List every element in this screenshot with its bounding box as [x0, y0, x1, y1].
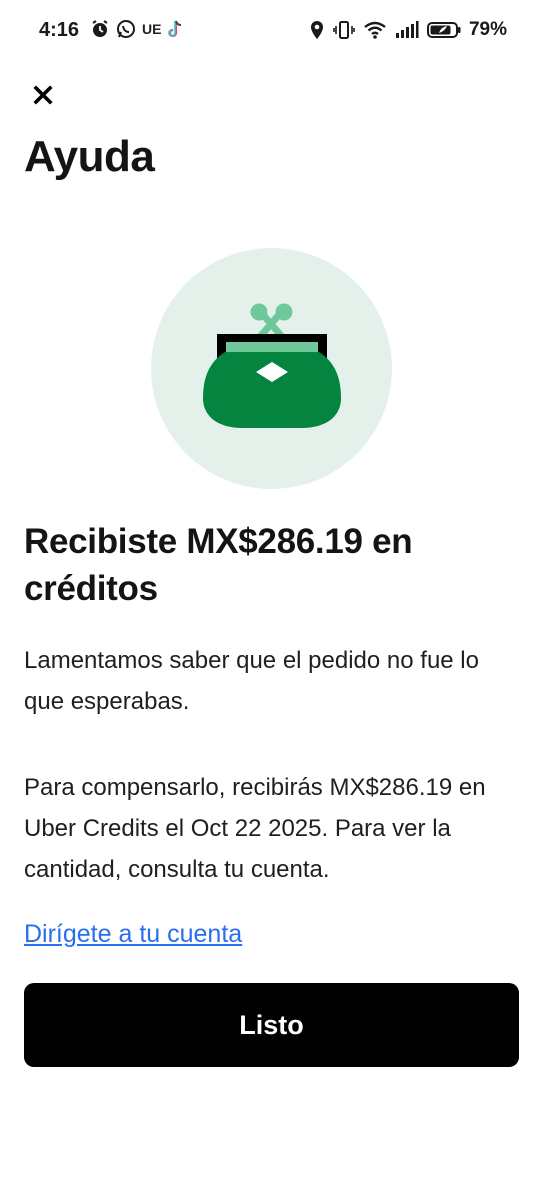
- credits-illustration: [151, 248, 392, 489]
- battery-icon: [426, 20, 461, 40]
- alarm-icon: [90, 19, 110, 39]
- status-left-icons: UE: [90, 19, 185, 39]
- carrier-badge: UE: [142, 21, 162, 37]
- close-button[interactable]: [26, 80, 60, 114]
- whatsapp-icon: [116, 19, 136, 39]
- compensation-text: Para compensarlo, recibirás MX$286.19 en…: [24, 774, 486, 883]
- close-icon: [32, 84, 54, 111]
- status-time: 4:16: [39, 19, 80, 41]
- battery-percent: 79%: [468, 19, 507, 40]
- signal-icon: [395, 20, 419, 40]
- status-right-icons: 79%: [309, 19, 507, 41]
- location-icon: [309, 20, 325, 40]
- page-title: Ayuda: [24, 132, 155, 181]
- wifi-icon: [363, 20, 387, 40]
- apology-text: Lamentamos saber que el pedido no fue lo…: [24, 647, 479, 715]
- done-button[interactable]: Listo: [24, 983, 519, 1067]
- tiktok-icon: [167, 19, 185, 39]
- credit-heading: Recibiste MX$286.19 en créditos: [24, 522, 413, 608]
- vibrate-icon: [333, 20, 355, 40]
- status-bar: 4:16 UE 79%: [0, 0, 543, 64]
- account-link[interactable]: Dirígete a tu cuenta: [24, 920, 242, 949]
- wallet-icon: [203, 303, 341, 428]
